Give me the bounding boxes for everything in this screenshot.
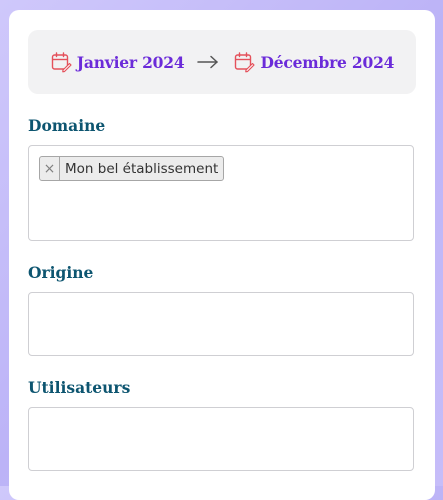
start-date-label: Janvier 2024 xyxy=(76,52,185,72)
date-range-selector: Janvier 2024 Décembre 2024 xyxy=(28,30,416,94)
calendar-edit-icon xyxy=(51,52,72,73)
start-date-button[interactable]: Janvier 2024 xyxy=(50,51,185,73)
tag-label: Mon bel établissement xyxy=(65,160,219,177)
utilisateurs-label: Utilisateurs xyxy=(28,378,131,397)
end-date-label: Décembre 2024 xyxy=(260,52,395,72)
utilisateurs-field[interactable] xyxy=(28,407,414,471)
origine-field[interactable] xyxy=(28,292,414,356)
tag-remove-button[interactable]: × xyxy=(40,157,60,180)
filter-panel: Janvier 2024 Décembre 2024 Domaine × Mon… xyxy=(9,10,435,500)
arrow-right-icon xyxy=(197,55,219,69)
end-date-button[interactable]: Décembre 2024 xyxy=(233,51,394,73)
calendar-edit-icon xyxy=(235,52,256,73)
domaine-label: Domaine xyxy=(28,116,106,135)
domaine-tag: × Mon bel établissement xyxy=(39,156,225,181)
origine-label: Origine xyxy=(28,263,94,282)
domaine-multiselect[interactable]: × Mon bel établissement xyxy=(28,145,414,241)
